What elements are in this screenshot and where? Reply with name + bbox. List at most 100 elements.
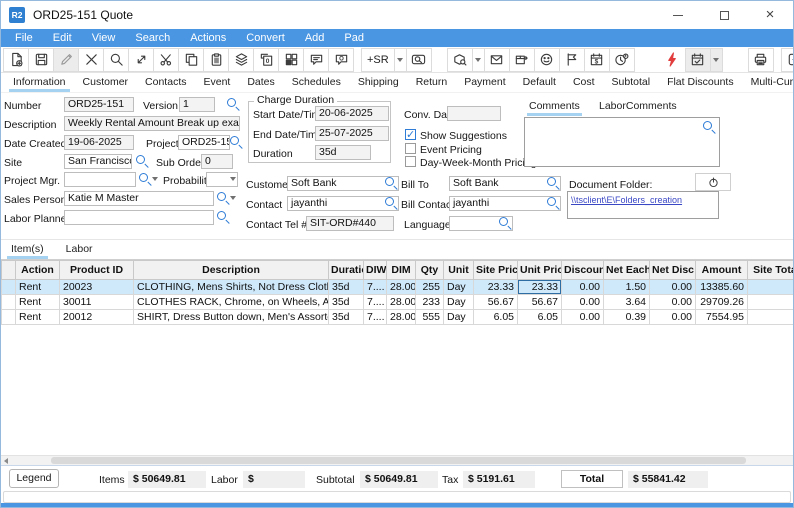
tab-labor-comments[interactable]: LaborComments <box>599 100 677 112</box>
project-search-icon[interactable] <box>230 136 239 145</box>
col-discount[interactable]: Discount <box>562 261 604 280</box>
col-action[interactable]: Action <box>16 261 60 280</box>
cell-unit-price[interactable]: 56.67 <box>518 295 562 310</box>
sub-orders-field[interactable]: 0 <box>201 154 233 169</box>
tab-shipping[interactable]: Shipping <box>358 73 399 92</box>
event-pricing-checkbox[interactable] <box>405 143 416 154</box>
tab-comments[interactable]: Comments <box>529 100 580 112</box>
col-product-id[interactable]: Product ID <box>60 261 134 280</box>
billing-button[interactable]: $ <box>584 48 610 72</box>
sales-person-dropdown-icon[interactable] <box>230 196 236 200</box>
cell-net-each[interactable]: 3.64 <box>604 295 650 310</box>
cell-unit-price-selected[interactable]: 23.33 <box>518 280 562 295</box>
bill-contact-field[interactable]: jayanthi <box>449 196 561 211</box>
minimize-button[interactable] <box>655 1 701 29</box>
col-dim[interactable]: DIM <box>387 261 416 280</box>
cell-discount[interactable]: 0.00 <box>562 280 604 295</box>
menu-file[interactable]: File <box>5 32 43 44</box>
cell-duration[interactable]: 35d <box>329 280 364 295</box>
cut-button[interactable] <box>153 48 179 72</box>
cell-dim[interactable]: 28.00 <box>387 310 416 325</box>
version-search-icon[interactable] <box>227 98 236 107</box>
col-net-each[interactable]: Net Each <box>604 261 650 280</box>
close-button[interactable] <box>747 1 793 29</box>
cell-dim[interactable]: 28.00 <box>387 295 416 310</box>
cell-site-price[interactable]: 56.67 <box>474 295 518 310</box>
tab-dates[interactable]: Dates <box>247 73 274 92</box>
paste-button[interactable] <box>203 48 229 72</box>
time-button[interactable] <box>609 48 635 72</box>
description-field[interactable]: Weekly Rental Amount Break up example Or… <box>64 116 240 131</box>
cell-duration[interactable]: 35d <box>329 295 364 310</box>
scrollbar-thumb[interactable] <box>51 457 746 464</box>
maximize-button[interactable] <box>701 1 747 29</box>
cell-action[interactable]: Rent <box>16 310 60 325</box>
layers-button[interactable] <box>228 48 254 72</box>
col-unit[interactable]: Unit <box>444 261 474 280</box>
cell-description[interactable]: CLOTHES RACK, Chrome, on Wheels, Adj Hei… <box>134 295 329 310</box>
new-button[interactable] <box>3 48 29 72</box>
tab-information[interactable]: Information <box>13 73 66 92</box>
cell-site-price[interactable]: 6.05 <box>474 310 518 325</box>
quick-action-button[interactable] <box>660 48 686 72</box>
labor-planner-field[interactable] <box>64 210 214 225</box>
contact-tel-field[interactable]: SIT-ORD#440 <box>306 216 394 231</box>
cell-product-id[interactable]: 30011 <box>60 295 134 310</box>
ship-button[interactable] <box>509 48 535 72</box>
cell-qty[interactable]: 233 <box>416 295 444 310</box>
cell-duration[interactable]: 35d <box>329 310 364 325</box>
col-diw[interactable]: DIW <box>364 261 387 280</box>
cell-net-disc[interactable]: 0.00 <box>650 280 696 295</box>
copy-button[interactable] <box>178 48 204 72</box>
cell-qty[interactable]: 555 <box>416 310 444 325</box>
show-suggestions-checkbox[interactable] <box>405 129 416 140</box>
bill-contact-search-icon[interactable] <box>547 197 556 206</box>
conv-date-field[interactable] <box>447 106 501 121</box>
cell-net-each[interactable]: 0.39 <box>604 310 650 325</box>
col-amount[interactable]: Amount <box>696 261 748 280</box>
tab-flat-discounts[interactable]: Flat Discounts <box>667 73 734 92</box>
document-folder-link[interactable]: \\tsclient\E\Folders_creation <box>571 195 682 205</box>
cell-net-disc[interactable]: 0.00 <box>650 295 696 310</box>
col-site-price[interactable]: Site Price <box>474 261 518 280</box>
table-row[interactable]: Rent 30011 CLOTHES RACK, Chrome, on Whee… <box>2 295 794 310</box>
bill-to-field[interactable]: Soft Bank <box>449 176 561 191</box>
sales-person-field[interactable]: Katie M Master <box>64 191 214 206</box>
probability-dropdown-icon[interactable] <box>230 177 236 181</box>
tab-items[interactable]: Item(s) <box>11 240 44 259</box>
save-button[interactable] <box>28 48 54 72</box>
col-unit-price[interactable]: Unit Price <box>518 261 562 280</box>
comments-search-icon[interactable] <box>703 121 712 130</box>
sales-person-search-icon[interactable] <box>217 192 226 201</box>
cell-product-id[interactable]: 20023 <box>60 280 134 295</box>
add-sr-button[interactable]: +SR <box>361 48 395 72</box>
cell-description[interactable]: CLOTHING, Mens Shirts, Not Dress Clothes <box>134 280 329 295</box>
tab-payment[interactable]: Payment <box>464 73 505 92</box>
cell-product-id[interactable]: 20012 <box>60 310 134 325</box>
start-date-field[interactable]: 20-06-2025 <box>315 106 389 121</box>
menu-convert[interactable]: Convert <box>236 32 295 44</box>
col-duration[interactable]: Duration <box>329 261 364 280</box>
cell-unit[interactable]: Day <box>444 280 474 295</box>
version-field[interactable]: 1 <box>179 97 215 112</box>
col-description[interactable]: Description <box>134 261 329 280</box>
tab-labor-grid[interactable]: Labor <box>66 240 93 259</box>
edit-button[interactable] <box>53 48 79 72</box>
cell-diw[interactable]: 7.... <box>364 280 387 295</box>
copy-count-button[interactable]: 0 <box>253 48 279 72</box>
duration-field[interactable]: 35d <box>315 145 371 160</box>
preview-button[interactable] <box>406 48 432 72</box>
project-mgr-dropdown-icon[interactable] <box>152 177 158 181</box>
cell-amount[interactable]: 13385.60 <box>696 280 748 295</box>
contact-field[interactable]: jayanthi <box>287 196 399 211</box>
item-search-button[interactable] <box>447 48 473 72</box>
search-button[interactable] <box>103 48 129 72</box>
cell-unit-price[interactable]: 6.05 <box>518 310 562 325</box>
table-row[interactable]: Rent 20012 SHIRT, Dress Button down, Men… <box>2 310 794 325</box>
table-row[interactable]: Rent 20023 CLOTHING, Mens Shirts, Not Dr… <box>2 280 794 295</box>
cell-dim[interactable]: 28.00 <box>387 280 416 295</box>
layout-button[interactable] <box>278 48 304 72</box>
cell-net-each[interactable]: 1.50 <box>604 280 650 295</box>
comments-textarea[interactable] <box>524 117 720 167</box>
cell-action[interactable]: Rent <box>16 280 60 295</box>
